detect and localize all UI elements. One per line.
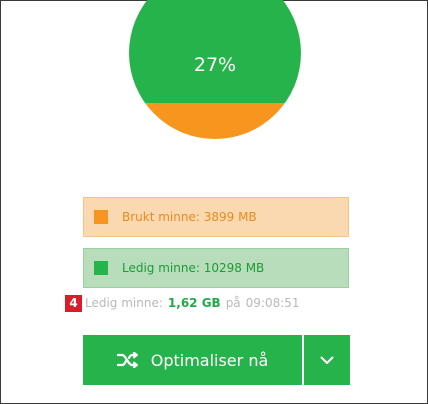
- memory-gauge: 27%: [129, 0, 301, 139]
- chevron-down-icon: [320, 356, 334, 365]
- gauge-free-fill: [129, 103, 301, 139]
- optimize-button-label: Optimaliser nå: [150, 350, 269, 370]
- free-memory-value: 1,62 GB: [167, 296, 221, 310]
- status-timestamp: 09:08:51: [245, 296, 300, 310]
- gauge-used-fill: [129, 0, 301, 103]
- gauge-percent-label: 27%: [193, 54, 237, 76]
- legend-free-memory: Ledig minne: 10298 MB: [83, 248, 349, 288]
- used-memory-swatch: [94, 210, 108, 224]
- legend-used-memory: Brukt minne: 3899 MB: [83, 197, 349, 237]
- free-memory-swatch: [94, 261, 108, 275]
- free-memory-status: 4 Ledig minne: 1,62 GB på 09:08:51: [65, 294, 300, 312]
- optimize-button[interactable]: Optimaliser nå: [83, 335, 302, 385]
- shuffle-icon: [116, 352, 139, 368]
- optimize-options-dropdown[interactable]: [304, 335, 350, 385]
- status-connector: på: [225, 296, 241, 310]
- annotation-marker: 4: [65, 294, 82, 312]
- status-prefix: Ledig minne:: [85, 296, 163, 310]
- free-memory-label: Ledig minne: 10298 MB: [122, 261, 265, 275]
- used-memory-label: Brukt minne: 3899 MB: [122, 210, 257, 224]
